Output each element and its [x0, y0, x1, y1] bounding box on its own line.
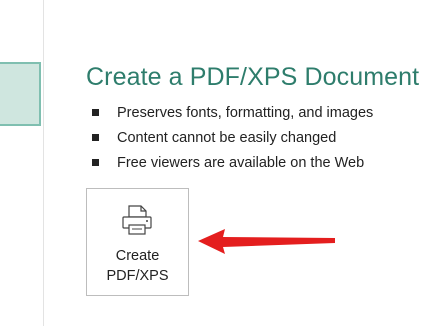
- list-item: Preserves fonts, formatting, and images: [90, 103, 373, 128]
- feature-list: Preserves fonts, formatting, and images …: [90, 103, 373, 178]
- bullet-icon: [92, 134, 99, 141]
- list-item: Free viewers are available on the Web: [90, 153, 373, 178]
- list-item-text: Free viewers are available on the Web: [117, 155, 365, 171]
- bullet-icon: [92, 109, 99, 116]
- page-title: Create a PDF/XPS Document: [86, 63, 420, 91]
- create-button-label: Create PDF/XPS: [87, 246, 188, 286]
- list-item-text: Content cannot be easily changed: [117, 130, 337, 146]
- create-button-label-line1: Create: [115, 248, 160, 264]
- list-item: Content cannot be easily changed: [90, 128, 373, 153]
- create-button-label-line2: PDF/XPS: [106, 268, 169, 284]
- document-printer-icon: [122, 205, 152, 235]
- list-item-text: Preserves fonts, formatting, and images: [117, 105, 374, 121]
- create-pdf-xps-button[interactable]: Create PDF/XPS: [86, 188, 189, 296]
- red-arrow-annotation: [198, 229, 335, 254]
- backstage-nav-selected-tile[interactable]: [0, 62, 41, 126]
- nav-divider: [43, 0, 44, 326]
- bullet-icon: [92, 159, 99, 166]
